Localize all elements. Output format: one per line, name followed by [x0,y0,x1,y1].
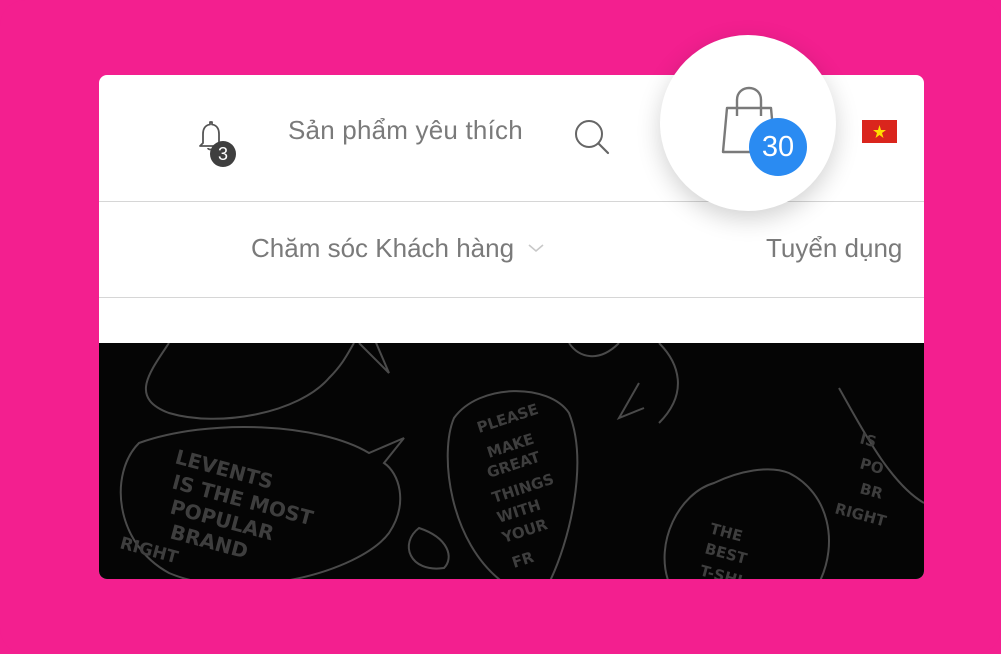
favorites-link[interactable]: Sản phẩm yêu thích [288,115,523,146]
notification-count-badge: 3 [210,141,236,167]
svg-text:FR: FR [510,548,537,572]
nav-item-customer-care[interactable]: Chăm sóc Khách hàng [251,233,514,264]
search-icon [575,120,610,155]
svg-text:BR: BR [858,479,885,502]
notification-button[interactable]: 3 [196,119,236,167]
vietnam-flag-icon [862,120,897,143]
svg-text:IS: IS [858,429,878,451]
language-selector[interactable] [862,120,897,143]
hero-banner[interactable]: LEVENTS IS THE MOST POPULAR BRAND RIGHT … [99,343,924,579]
banner-doodle-graphic: LEVENTS IS THE MOST POPULAR BRAND RIGHT … [118,343,924,579]
svg-text:RIGHT: RIGHT [833,499,889,530]
nav-dropdown-toggle[interactable] [527,241,545,255]
nav-item-careers[interactable]: Tuyển dụng [766,233,902,264]
cart-count-badge: 30 [749,118,807,176]
search-button[interactable] [572,117,612,157]
chevron-down-icon [528,244,544,253]
cart-button[interactable]: 30 [660,35,836,211]
